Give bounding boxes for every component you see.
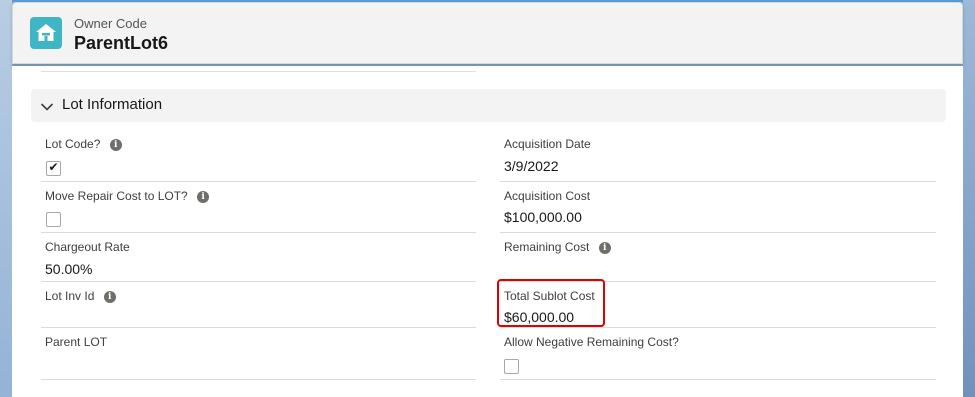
field-label-acquisition-date: Acquisition Date [504,137,591,151]
house-icon [30,17,62,49]
divider [500,327,936,328]
field-label-acquisition-cost: Acquisition Cost [504,189,591,203]
checkmark-icon: ✔ [48,160,59,174]
field-label-parent-lot: Parent LOT [45,335,108,349]
info-icon[interactable]: i [598,241,611,254]
field-label-lot-inv-id: Lot Inv Id i [45,289,116,303]
divider [500,379,936,380]
background-left [0,0,12,397]
divider [41,232,476,233]
section-title: Lot Information [62,96,163,113]
field-label-chargeout-rate: Chargeout Rate [45,240,130,254]
divider [500,181,936,182]
label-text: Lot Code? [45,137,101,151]
detail-panel: Lot Information Lot Code? i ✔ Move Repai… [12,66,963,397]
section-header-lot-information[interactable]: Lot Information [31,89,946,122]
divider [41,181,476,182]
chargeout-rate-value: 50.00% [45,261,93,277]
info-icon[interactable]: i [197,190,210,203]
field-label-lot-code: Lot Code? i [45,137,122,151]
divider [41,379,476,380]
label-text: Remaining Cost [504,240,590,254]
acquisition-date-value: 3/9/2022 [504,158,559,174]
highlight-box [497,279,605,327]
divider [500,232,936,233]
field-label-allow-negative-remaining-cost: Allow Negative Remaining Cost? [504,335,679,349]
object-label: Owner Code [74,16,147,31]
label-text: Move Repair Cost to LOT? [45,189,188,203]
lot-code-checkbox[interactable]: ✔ [46,160,61,176]
record-title: ParentLot6 [74,33,169,53]
chevron-down-icon[interactable] [40,99,54,117]
allow-negative-remaining-cost-checkbox[interactable] [504,359,519,374]
acquisition-cost-value: $100,000.00 [504,209,582,225]
label-text: Lot Inv Id [45,289,95,303]
info-icon[interactable]: i [103,290,116,303]
field-label-remaining-cost: Remaining Cost i [504,240,611,254]
info-icon[interactable]: i [109,138,122,151]
field-label-move-repair-cost: Move Repair Cost to LOT? i [45,189,210,203]
divider [41,327,476,328]
divider [41,71,476,72]
record-header: Owner Code ParentLot6 [12,2,963,64]
move-repair-cost-checkbox[interactable] [46,212,61,227]
background-right [963,0,975,397]
divider [41,281,476,282]
